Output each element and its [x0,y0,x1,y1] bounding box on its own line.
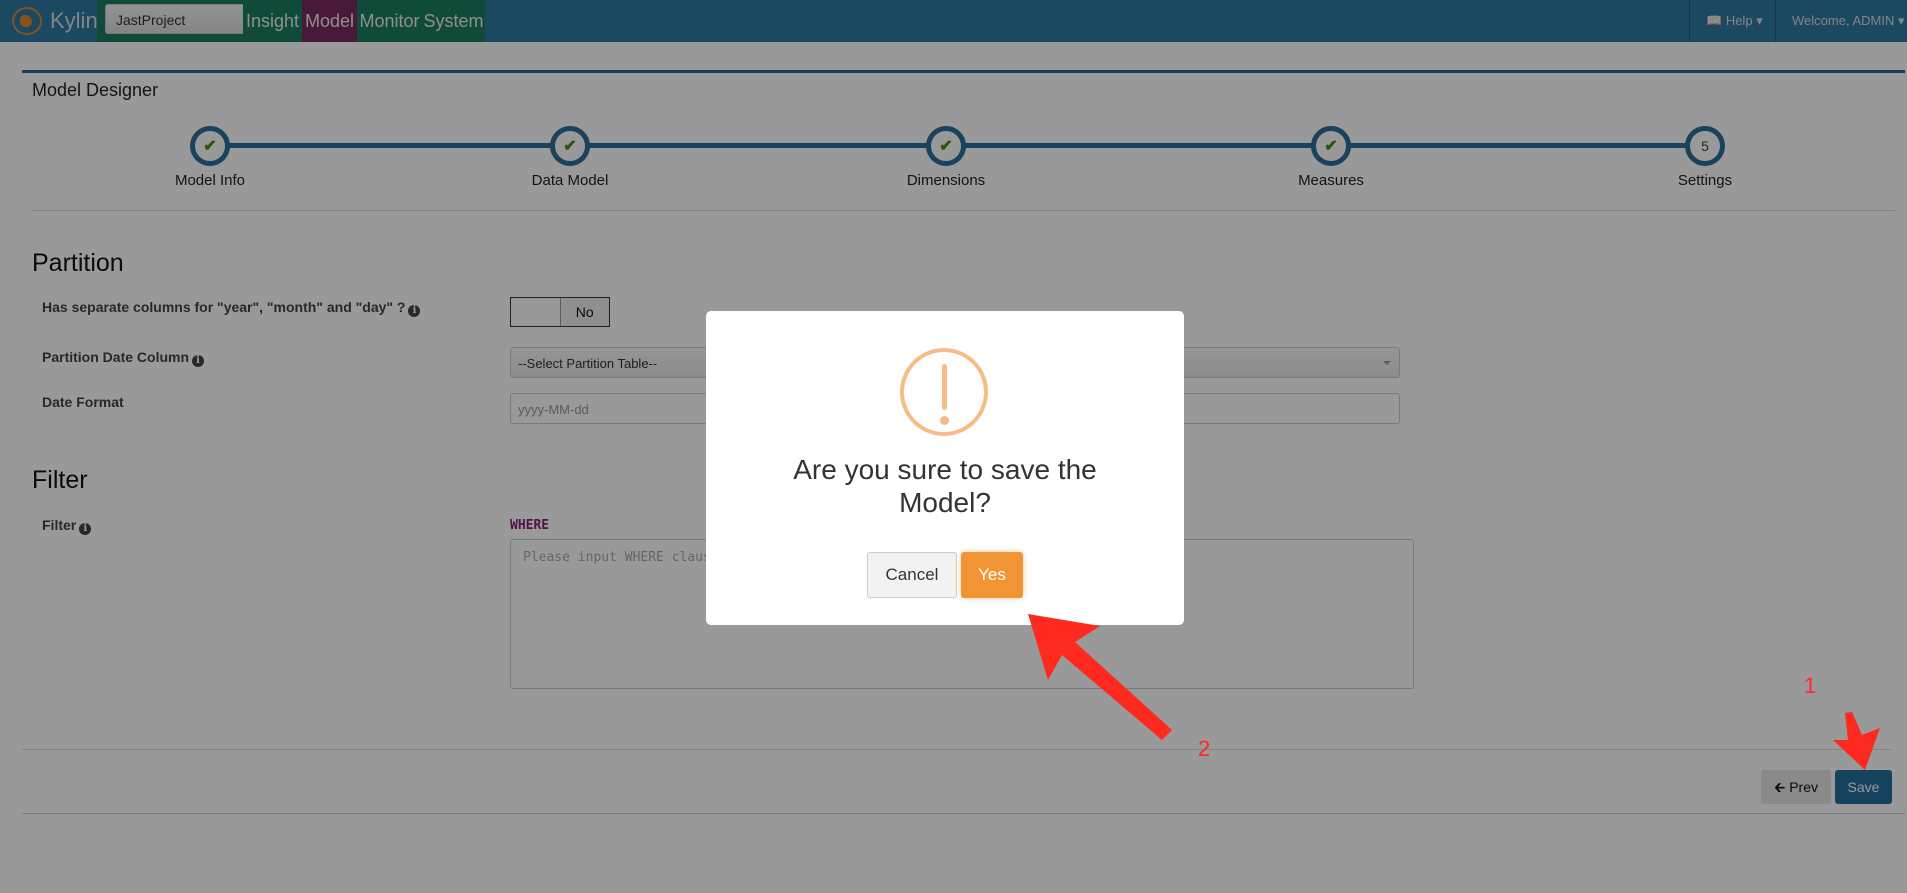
annotation-layer [1028,614,1880,770]
annotation-label-2: 2 [1198,736,1211,761]
annotation-arrow-1 [1833,712,1880,770]
annotation-arrow-2 [1028,614,1172,740]
annotation-label-1: 1 [1804,673,1817,698]
